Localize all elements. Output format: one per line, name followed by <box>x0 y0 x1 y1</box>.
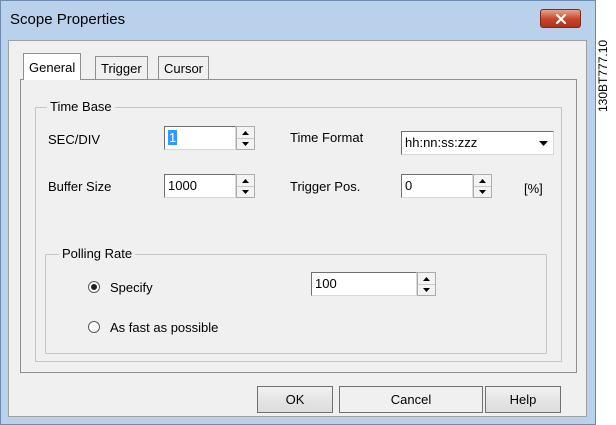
trigger-pos-value: 0 <box>405 178 413 193</box>
buffer-size-value: 1000 <box>168 178 197 193</box>
tab-general[interactable]: General <box>23 53 82 80</box>
as-fast-label[interactable]: As fast as possible <box>110 320 218 335</box>
time-base-group-label: Time Base <box>47 99 115 114</box>
time-format-value: hh:nn:ss:zzz <box>405 135 478 150</box>
tab-trigger[interactable]: Trigger <box>95 56 148 79</box>
buffer-size-down-button[interactable] <box>237 186 254 197</box>
time-format-dropdown-button[interactable] <box>534 132 553 154</box>
sec-div-spinner[interactable] <box>236 126 255 150</box>
arrow-down-icon <box>242 189 249 194</box>
radio-selected-dot <box>91 284 97 290</box>
ok-button[interactable]: OK <box>257 386 333 413</box>
buffer-size-label: Buffer Size <box>48 179 112 194</box>
chevron-down-icon <box>539 140 548 146</box>
specify-label[interactable]: Specify <box>110 280 153 295</box>
help-button[interactable]: Help <box>485 386 561 413</box>
arrow-down-icon <box>423 287 430 292</box>
trigger-pos-label: Trigger Pos. <box>290 179 361 194</box>
arrow-up-icon <box>423 276 430 281</box>
polling-rate-input[interactable]: 100 <box>311 272 417 296</box>
figure-reference-code: 130BT777.10 <box>594 4 616 114</box>
polling-rate-group <box>45 254 547 354</box>
polling-rate-value: 100 <box>315 276 337 291</box>
trigger-pos-unit: [%] <box>524 181 543 196</box>
trigger-pos-spinner[interactable] <box>473 174 492 198</box>
sec-div-input[interactable]: 1 <box>164 126 236 150</box>
buffer-size-input[interactable]: 1000 <box>164 174 236 198</box>
close-icon <box>555 13 566 24</box>
trigger-pos-down-button[interactable] <box>474 186 491 197</box>
arrow-up-icon <box>242 178 249 183</box>
figure-reference-text: 130BT777.10 <box>596 39 610 112</box>
as-fast-radio[interactable] <box>88 321 100 333</box>
polling-rate-group-label: Polling Rate <box>59 246 136 261</box>
arrow-up-icon <box>479 178 486 183</box>
sec-div-value: 1 <box>168 130 178 145</box>
polling-rate-down-button[interactable] <box>418 284 435 295</box>
time-format-select[interactable]: hh:nn:ss:zzz <box>401 131 554 155</box>
window-title: Scope Properties <box>10 11 126 28</box>
buffer-size-spinner[interactable] <box>236 174 255 198</box>
trigger-pos-input[interactable]: 0 <box>401 174 473 198</box>
time-format-label: Time Format <box>290 130 364 145</box>
arrow-down-icon <box>242 141 249 146</box>
close-button[interactable] <box>540 9 581 28</box>
cancel-button[interactable]: Cancel <box>339 386 483 413</box>
sec-div-label: SEC/DIV <box>48 132 101 147</box>
arrow-down-icon <box>479 189 486 194</box>
arrow-up-icon <box>242 130 249 135</box>
polling-rate-spinner[interactable] <box>417 272 436 296</box>
tab-cursor[interactable]: Cursor <box>158 56 210 79</box>
sec-div-down-button[interactable] <box>237 138 254 149</box>
specify-radio[interactable] <box>88 281 100 293</box>
